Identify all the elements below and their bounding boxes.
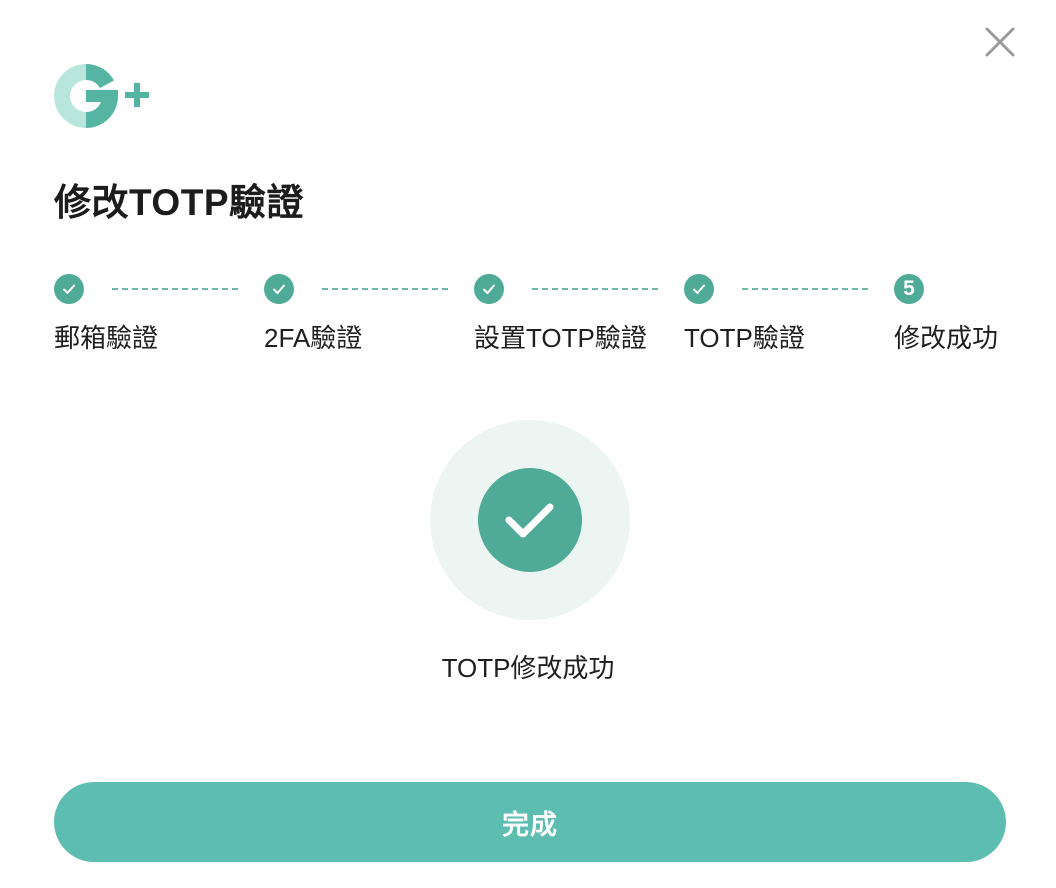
- totp-change-dialog: 修改TOTP驗證 郵箱驗證 2FA驗證 設置TOTP驗證 TOTP驗證 5 修改…: [0, 0, 1056, 888]
- step-label: 修改成功: [894, 323, 999, 353]
- step-connector: [742, 288, 868, 290]
- step-number-badge: 5: [894, 274, 924, 304]
- step-label: 郵箱驗證: [54, 323, 159, 353]
- step-complete-badge: [684, 274, 714, 304]
- step-label: TOTP驗證: [684, 323, 805, 353]
- step-connector: [322, 288, 448, 290]
- page-title: 修改TOTP驗證: [54, 182, 304, 223]
- check-icon: [63, 284, 75, 294]
- step-label: 2FA驗證: [264, 323, 363, 353]
- close-icon[interactable]: [980, 22, 1020, 62]
- check-icon: [693, 284, 705, 294]
- success-halo: [430, 420, 630, 620]
- done-button[interactable]: 完成: [54, 782, 1006, 862]
- success-check-icon: [505, 503, 554, 538]
- success-badge: [478, 468, 582, 572]
- close-button[interactable]: [980, 22, 1020, 62]
- step-connector: [112, 288, 238, 290]
- g-plus-logo: [54, 64, 150, 128]
- step-complete-badge: [264, 274, 294, 304]
- step-complete-badge: [474, 274, 504, 304]
- step-label: 設置TOTP驗證: [474, 323, 647, 353]
- step-complete-badge: [54, 274, 84, 304]
- check-icon: [273, 284, 285, 294]
- success-message: TOTP修改成功: [441, 653, 615, 683]
- step-connector: [532, 288, 658, 290]
- check-icon: [483, 284, 495, 294]
